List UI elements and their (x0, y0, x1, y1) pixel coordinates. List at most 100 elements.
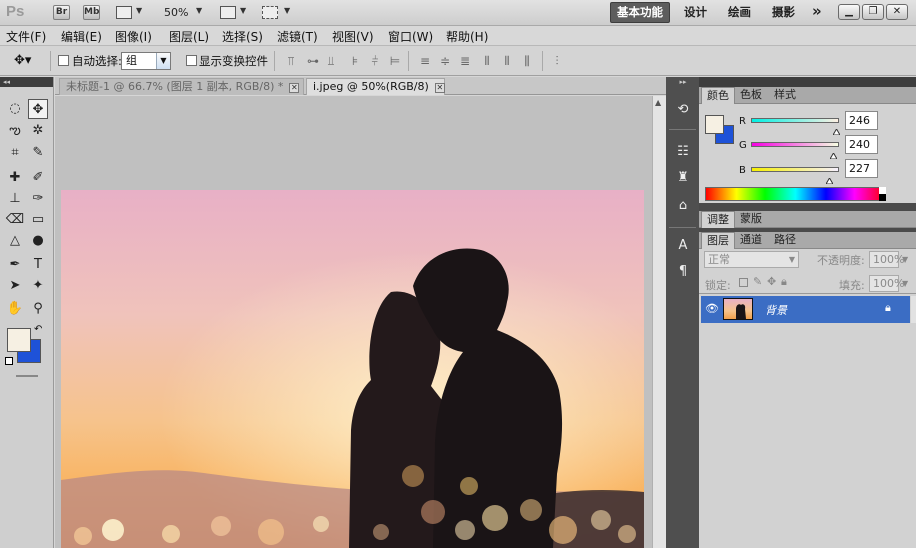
align-top-icon[interactable]: ⫪ (284, 54, 298, 68)
workspace-photography-button[interactable]: 摄影 (772, 4, 795, 21)
path-selection-tool-icon[interactable]: ➤ (5, 276, 25, 296)
distribute-right-icon[interactable]: ⫼ (520, 54, 534, 68)
close-icon[interactable]: ✕ (886, 4, 908, 20)
menu-select[interactable]: 选择(S) (222, 28, 263, 45)
magic-wand-tool-icon[interactable]: ✲ (28, 121, 48, 141)
chevron-down-icon[interactable]: ▼ (902, 279, 908, 288)
red-slider[interactable] (751, 118, 839, 123)
distribute-bottom-icon[interactable]: ≣ (458, 54, 472, 68)
blur-tool-icon[interactable]: △ (5, 231, 25, 251)
tab-paths[interactable]: 路径 (769, 232, 801, 249)
tab-color[interactable]: 颜色 (701, 87, 735, 104)
healing-brush-tool-icon[interactable]: ✚ (5, 168, 25, 188)
red-value-input[interactable]: 246 (845, 111, 878, 130)
align-hcenter-icon[interactable]: ⫩ (368, 54, 382, 68)
color-ramp[interactable] (705, 187, 886, 201)
lock-position-icon[interactable]: ✥ (767, 275, 776, 288)
bridge-button[interactable]: Br (53, 5, 70, 20)
chevron-down-icon[interactable]: ▼ (240, 6, 246, 15)
move-tool-preset-icon[interactable]: ✥▾ (14, 53, 31, 68)
lock-pixels-icon[interactable]: ✎ (753, 275, 762, 288)
menu-file[interactable]: 文件(F) (6, 28, 46, 45)
tab-channels[interactable]: 通道 (735, 232, 767, 249)
menu-image[interactable]: 图像(I) (115, 28, 152, 45)
document-image[interactable] (61, 190, 644, 548)
restore-icon[interactable]: ❐ (862, 4, 884, 20)
clone-source-icon[interactable]: ♜ (674, 169, 692, 187)
lock-all-icon[interactable]: 🔒︎ (781, 275, 787, 289)
document-tab-untitled[interactable]: 未标题-1 @ 66.7% (图层 1 副本, RGB/8) * ✕ (59, 78, 304, 95)
lasso-tool-icon[interactable]: ఌ (5, 121, 25, 141)
blue-slider[interactable] (751, 167, 839, 172)
workspace-essentials-button[interactable]: 基本功能 (610, 2, 670, 23)
distribute-top-icon[interactable]: ≡ (418, 54, 432, 68)
distribute-left-icon[interactable]: ⦀ (480, 54, 494, 68)
shape-tool-icon[interactable]: ✦ (28, 276, 48, 296)
gradient-tool-icon[interactable]: ▭ (28, 210, 48, 230)
crop-tool-icon[interactable]: ⌗ (5, 143, 25, 163)
menu-edit[interactable]: 编辑(E) (61, 28, 102, 45)
quick-mask-icon[interactable] (16, 375, 38, 377)
menu-view[interactable]: 视图(V) (332, 28, 374, 45)
close-tab-icon[interactable]: ✕ (434, 83, 445, 93)
menu-layer[interactable]: 图层(L) (169, 28, 209, 45)
show-transform-checkbox[interactable] (186, 55, 197, 66)
tab-masks[interactable]: 蒙版 (735, 211, 767, 228)
history-brush-tool-icon[interactable]: ✑ (28, 189, 48, 209)
move-tool-icon[interactable]: ✥ (28, 99, 48, 119)
mini-bridge-button[interactable]: Mb (83, 5, 100, 20)
eye-icon[interactable]: 👁︎ (705, 302, 719, 315)
align-right-icon[interactable]: ⊨ (388, 54, 402, 68)
zoom-tool-icon[interactable]: ⚲ (28, 299, 48, 319)
menu-help[interactable]: 帮助(H) (446, 28, 488, 45)
black-white-swatch[interactable] (879, 187, 886, 201)
distribute-hcenter-icon[interactable]: ⫴ (500, 54, 514, 68)
distribute-vcenter-icon[interactable]: ≑ (438, 54, 452, 68)
chevron-down-icon[interactable]: ▼ (902, 255, 908, 264)
align-bottom-icon[interactable]: ⫫ (324, 54, 338, 68)
arrange-documents-icon[interactable] (220, 6, 236, 19)
eraser-tool-icon[interactable]: ⌫ (5, 210, 25, 230)
foreground-color-swatch[interactable] (705, 115, 724, 134)
collapse-icon[interactable]: ◂◂ (0, 77, 53, 87)
hand-tool-icon[interactable]: ✋ (5, 299, 25, 319)
align-left-icon[interactable]: ⊧ (348, 54, 362, 68)
close-tab-icon[interactable]: ✕ (289, 83, 300, 93)
blend-mode-dropdown[interactable]: 正常 ▼ (704, 251, 799, 268)
character-panel-icon[interactable]: A (674, 237, 692, 255)
green-slider[interactable] (751, 142, 839, 147)
auto-align-icon[interactable]: ⫶ (550, 54, 564, 68)
eyedropper-tool-icon[interactable]: ✎ (28, 143, 48, 163)
tool-presets-icon[interactable]: ⌂ (674, 197, 692, 215)
more-workspaces-icon[interactable]: » (812, 2, 822, 20)
paragraph-panel-icon[interactable]: ¶ (674, 263, 692, 281)
screen-mode-icon[interactable] (262, 6, 278, 19)
type-tool-icon[interactable]: T (28, 255, 48, 275)
workspace-painting-button[interactable]: 绘画 (728, 4, 751, 21)
foreground-color-swatch[interactable] (7, 328, 31, 352)
layers-scrollbar[interactable] (911, 296, 916, 323)
lock-transparent-icon[interactable] (739, 278, 748, 287)
green-value-input[interactable]: 240 (845, 135, 878, 154)
brush-tool-icon[interactable]: ✐ (28, 168, 48, 188)
workspace-design-button[interactable]: 设计 (684, 4, 707, 21)
dodge-tool-icon[interactable]: ● (28, 231, 48, 251)
menu-filter[interactable]: 滤镜(T) (277, 28, 318, 45)
swap-colors-icon[interactable]: ↶ (34, 324, 42, 335)
zoom-level[interactable]: 50% (164, 6, 188, 19)
chevron-down-icon[interactable]: ▼ (136, 6, 142, 15)
tab-adjustments[interactable]: 调整 (701, 211, 735, 228)
pen-tool-icon[interactable]: ✒ (5, 255, 25, 275)
menu-window[interactable]: 窗口(W) (388, 28, 433, 45)
align-vcenter-icon[interactable]: ⊶ (306, 54, 320, 68)
blue-slider-thumb[interactable] (825, 173, 834, 185)
brush-presets-icon[interactable]: ☷ (674, 143, 692, 161)
auto-select-checkbox[interactable] (58, 55, 69, 66)
layer-row-background[interactable]: 👁︎ 背景 🔒︎ (701, 296, 910, 323)
minimize-icon[interactable]: ▁ (838, 4, 860, 20)
blue-value-input[interactable]: 227 (845, 159, 878, 178)
fill-input[interactable]: 100% (869, 275, 904, 292)
chevron-down-icon[interactable]: ▼ (196, 6, 202, 15)
auto-select-dropdown[interactable]: 组 ▼ (121, 52, 171, 70)
history-panel-icon[interactable]: ⟲ (674, 101, 692, 119)
